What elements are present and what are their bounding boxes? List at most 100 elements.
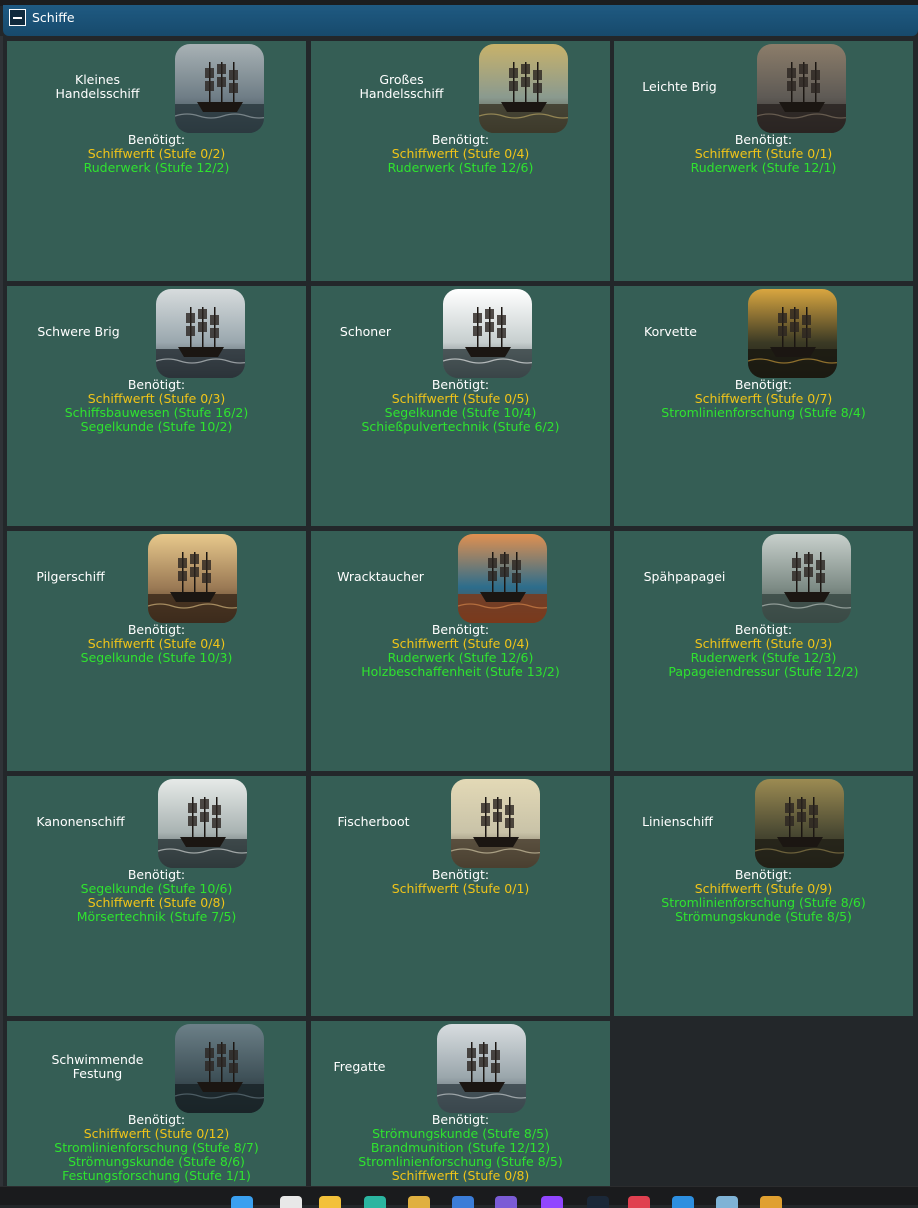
ship-card[interactable]: Schwere Brig Benötigt: Schiffwerft (Stufe … — [7, 286, 306, 526]
requirement-met: Strömungskunde (Stufe 8/6) — [68, 1154, 245, 1169]
ship-card[interactable]: Leichte Brig Benötigt: Schiffwerft (Stufe … — [614, 41, 913, 281]
required-label: Benötigt: — [127, 377, 186, 392]
frigate-image[interactable] — [437, 1024, 526, 1113]
requirements-list: Benötigt: Schiffwerft (Stufe 0/1) — [311, 868, 610, 896]
requirement-met: Strömungskunde (Stufe 8/5) — [372, 1126, 549, 1141]
windows-start-icon[interactable] — [231, 1196, 253, 1208]
ship-card[interactable]: Fregatte Benötigt: Strömungskunde (Stufe 8… — [311, 1021, 610, 1186]
folder-app-icon[interactable] — [760, 1196, 782, 1208]
ship-name: Linienschiff — [642, 814, 713, 829]
gunship-image[interactable] — [158, 779, 247, 868]
requirement-met: Ruderwerk (Stufe 12/2) — [83, 160, 230, 175]
requirements-list: Benötigt: Schiffwerft (Stufe 0/9) Stromlin… — [614, 868, 913, 924]
requirement-unmet: Schiffwerft (Stufe 0/4) — [391, 146, 530, 161]
requirement-unmet: Schiffwerft (Stufe 0/3) — [694, 636, 833, 651]
ship-card[interactable]: Linienschiff Benötigt: Schiffwerft (Stufe … — [614, 776, 913, 1016]
ship-name: Schoner — [339, 324, 392, 339]
requirements-list: Benötigt: Segelkunde (Stufe 10/6) Schiffwe… — [7, 868, 306, 924]
floating-fortress-image[interactable] — [175, 1024, 264, 1113]
requirement-unmet: Schiffwerft (Stufe 0/4) — [87, 636, 226, 651]
scout-parrot-image[interactable] — [762, 534, 851, 623]
requirement-met: Segelkunde (Stufe 10/2) — [80, 419, 233, 434]
requirement-unmet: Schiffwerft (Stufe 0/8) — [87, 895, 226, 910]
requirements-list: Benötigt: Schiffwerft (Stufe 0/3) Ruderwer… — [614, 623, 913, 679]
ship-card[interactable]: Pilgerschiff Benötigt: Schiffwerft (Stufe … — [7, 531, 306, 771]
required-label: Benötigt: — [734, 377, 793, 392]
requirements-list: Benötigt: Schiffwerft (Stufe 0/5) Segelkun… — [311, 378, 610, 434]
requirement-met: Brandmunition (Stufe 12/12) — [370, 1140, 551, 1155]
requirement-met: Holzbeschaffenheit (Stufe 13/2) — [361, 664, 560, 679]
requirement-unmet: Schiffwerft (Stufe 0/7) — [694, 391, 833, 406]
ship-name: Fischerboot — [337, 814, 410, 829]
requirement-unmet: Schiffwerft (Stufe 0/5) — [391, 391, 530, 406]
requirement-met: Festungsforschung (Stufe 1/1) — [62, 1168, 251, 1183]
messenger-icon[interactable] — [495, 1196, 517, 1208]
requirement-met: Segelkunde (Stufe 10/6) — [80, 881, 233, 896]
fishing-boat-image[interactable] — [451, 779, 540, 868]
file-explorer-icon[interactable] — [319, 1196, 341, 1208]
ship-card[interactable]: Korvette Benötigt: Schiffwerft (Stufe 0/7)… — [614, 286, 913, 526]
required-label: Benötigt: — [127, 622, 186, 637]
small-merchant-ship-image[interactable] — [175, 44, 264, 133]
requirement-met: Ruderwerk (Stufe 12/6) — [387, 160, 534, 175]
requirement-met: Mörsertechnik (Stufe 7/5) — [76, 909, 237, 924]
requirement-met: Strömungskunde (Stufe 8/5) — [675, 909, 852, 924]
scroll-edge — [0, 36, 3, 1186]
ship-card[interactable]: Großes Handelsschiff Benötigt: Schiffwerft… — [311, 41, 610, 281]
section-title: Schiffe — [32, 10, 75, 25]
ship-name: Kanonenschiff — [36, 814, 125, 829]
requirement-met: Schießpulvertechnik (Stufe 6/2) — [361, 419, 560, 434]
required-label: Benötigt: — [431, 1112, 490, 1127]
notepad-icon[interactable] — [280, 1196, 302, 1208]
requirement-unmet: Schiffwerft (Stufe 0/12) — [83, 1126, 230, 1141]
collapse-toggle-icon[interactable] — [9, 9, 26, 26]
requirements-list: Benötigt: Schiffwerft (Stufe 0/1) Ruderwer… — [614, 133, 913, 175]
requirement-met: Stromlinienforschung (Stufe 8/7) — [54, 1140, 259, 1155]
ship-card[interactable]: Kleines Handelsschiff Benötigt: Schiffwerf… — [7, 41, 306, 281]
requirements-list: Benötigt: Schiffwerft (Stufe 0/4) Ruderwer… — [311, 623, 610, 679]
ship-name: Pilgerschiff — [36, 569, 105, 584]
podcast-icon[interactable] — [541, 1196, 563, 1208]
requirement-unmet: Schiffwerft (Stufe 0/2) — [87, 146, 226, 161]
corvette-image[interactable] — [748, 289, 837, 378]
heavy-brig-image[interactable] — [156, 289, 245, 378]
requirement-met: Ruderwerk (Stufe 12/3) — [690, 650, 837, 665]
requirement-met: Stromlinienforschung (Stufe 8/4) — [661, 405, 866, 420]
steam-icon[interactable] — [587, 1196, 609, 1208]
required-label: Benötigt: — [734, 132, 793, 147]
ship-card[interactable]: Spähpapagei Benötigt: Schiffwerft (Stufe 0… — [614, 531, 913, 771]
section-header[interactable]: Schiffe — [3, 5, 918, 36]
required-label: Benötigt: — [734, 867, 793, 882]
ship-card[interactable]: Schoner Benötigt: Schiffwerft (Stufe 0/5) S… — [311, 286, 610, 526]
ship-card[interactable]: Schwimmende Festung Benötigt: Schiffwerft … — [7, 1021, 306, 1186]
vscode-icon[interactable] — [672, 1196, 694, 1208]
taskbar — [0, 1186, 918, 1208]
game-app-icon[interactable] — [408, 1196, 430, 1208]
ship-card[interactable]: Fischerboot Benötigt: Schiffwerft (Stufe 0… — [311, 776, 610, 1016]
required-label: Benötigt: — [127, 1112, 186, 1127]
ship-card[interactable]: Wracktaucher Benötigt: Schiffwerft (Stufe … — [311, 531, 610, 771]
requirements-list: Benötigt: Schiffwerft (Stufe 0/7) Stromlin… — [614, 378, 913, 420]
wreck-diver-image[interactable] — [458, 534, 547, 623]
schooner-image[interactable] — [443, 289, 532, 378]
required-label: Benötigt: — [431, 132, 490, 147]
ship-name: Fregatte — [333, 1059, 386, 1074]
pilgrim-ship-image[interactable] — [148, 534, 237, 623]
requirement-unmet: Schiffwerft (Stufe 0/3) — [87, 391, 226, 406]
requirement-unmet: Schiffwerft (Stufe 0/9) — [694, 881, 833, 896]
requirement-met: Ruderwerk (Stufe 12/6) — [387, 650, 534, 665]
required-label: Benötigt: — [734, 622, 793, 637]
requirement-met: Stromlinienforschung (Stufe 8/6) — [661, 895, 866, 910]
ship-of-the-line-image[interactable] — [755, 779, 844, 868]
ship-card[interactable]: Kanonenschiff Benötigt: Segelkunde (Stufe … — [7, 776, 306, 1016]
light-brig-image[interactable] — [757, 44, 846, 133]
chat-icon[interactable] — [628, 1196, 650, 1208]
ship-grid: Kleines Handelsschiff Benötigt: Schiffwerf… — [7, 41, 913, 1186]
edge-icon[interactable] — [364, 1196, 386, 1208]
requirement-unmet: Schiffwerft (Stufe 0/8) — [391, 1168, 530, 1183]
monitor-icon[interactable] — [716, 1196, 738, 1208]
requirement-met: Stromlinienforschung (Stufe 8/5) — [358, 1154, 563, 1169]
large-merchant-ship-image[interactable] — [479, 44, 568, 133]
keepass-icon[interactable] — [452, 1196, 474, 1208]
requirement-unmet: Schiffwerft (Stufe 0/1) — [694, 146, 833, 161]
